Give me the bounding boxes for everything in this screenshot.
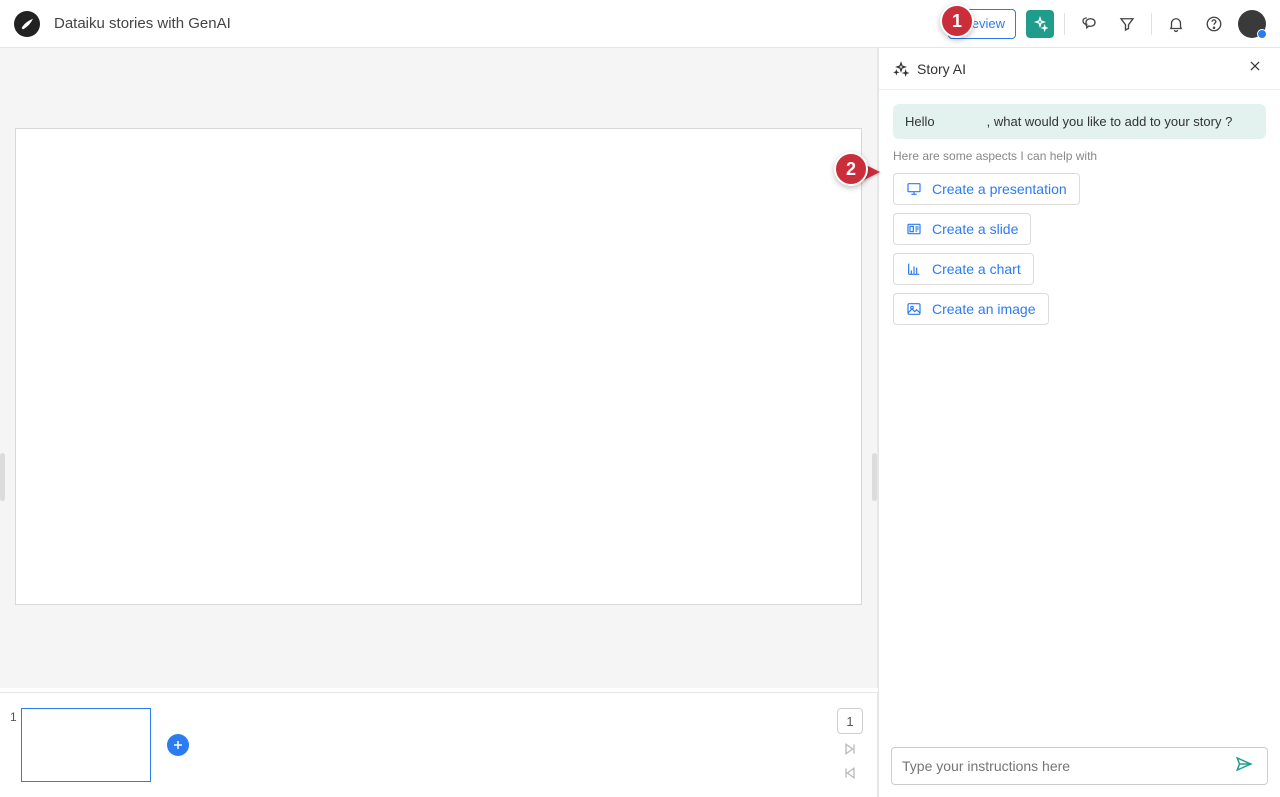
suggestion-label: Create a presentation [932,181,1067,197]
add-slide-button[interactable] [167,734,189,756]
ai-instruction-input[interactable] [902,758,1231,774]
slide-strip: 1 1 [0,692,878,797]
close-icon [1248,59,1262,73]
filter-icon [1118,15,1136,33]
comments-button[interactable] [1075,10,1103,38]
presentation-icon [906,181,922,197]
slide-icon [906,221,922,237]
slide-thumb-number: 1 [10,710,17,724]
suggestion-create-chart[interactable]: Create a chart [893,253,1034,285]
divider [1064,13,1065,35]
callout-number: 2 [846,159,856,180]
story-ai-panel-body: Hello , what would you like to add to you… [879,90,1280,735]
send-button[interactable] [1231,751,1257,782]
prev-slide-button[interactable] [842,764,858,782]
greeting-suffix: , what would you like to add to your sto… [987,114,1233,129]
next-slide-button[interactable] [842,740,858,758]
story-ai-panel-title: Story AI [917,61,966,77]
notifications-button[interactable] [1162,10,1190,38]
ai-hint: Here are some aspects I can help with [893,149,1266,163]
skip-next-icon [842,741,858,757]
ai-greeting: Hello , what would you like to add to you… [893,104,1266,139]
slide-thumbnail-1[interactable] [21,708,151,782]
editor-stage [0,48,878,688]
story-ai-toggle-button[interactable] [1026,10,1054,38]
bell-icon [1167,15,1185,33]
sparkle-icon [893,61,909,77]
plus-icon [172,739,184,751]
annotation-callout-1: 1 [934,4,974,44]
divider [1151,13,1152,35]
suggestion-label: Create a slide [932,221,1018,237]
ai-input-box [891,747,1268,785]
ai-input-wrap [879,735,1280,797]
suggestion-label: Create an image [932,301,1036,317]
suggestion-label: Create a chart [932,261,1021,277]
close-panel-button[interactable] [1244,55,1266,82]
ai-suggestions: Create a presentation Create a slide Cre… [893,173,1266,325]
top-bar: Dataiku stories with GenAI Preview [0,0,1280,48]
page-title: Dataiku stories with GenAI [54,15,231,32]
send-icon [1235,755,1253,773]
page-controls: 1 [837,708,867,782]
filter-button[interactable] [1113,10,1141,38]
top-right-controls: Preview [948,9,1266,39]
story-ai-panel-header: Story AI [879,48,1280,90]
image-icon [906,301,922,317]
help-button[interactable] [1200,10,1228,38]
suggestion-create-presentation[interactable]: Create a presentation [893,173,1080,205]
slide-thumb-wrap: 1 [10,708,151,782]
help-icon [1205,15,1223,33]
current-page-indicator[interactable]: 1 [837,708,863,734]
left-panel-toggle[interactable] [0,453,5,501]
suggestion-create-slide[interactable]: Create a slide [893,213,1031,245]
chart-icon [906,261,922,277]
user-avatar[interactable] [1238,10,1266,38]
right-panel-toggle[interactable] [872,453,877,501]
slide-canvas[interactable] [15,128,862,605]
callout-number: 1 [952,11,962,32]
suggestion-create-image[interactable]: Create an image [893,293,1049,325]
sparkle-icon [1032,16,1048,32]
dataiku-logo [14,11,40,37]
story-ai-panel: Story AI Hello , what would you like to a… [878,48,1280,797]
annotation-callout-2: 2 [828,152,868,192]
skip-prev-icon [842,765,858,781]
chat-icon [1080,15,1098,33]
greeting-prefix: Hello [905,114,935,129]
